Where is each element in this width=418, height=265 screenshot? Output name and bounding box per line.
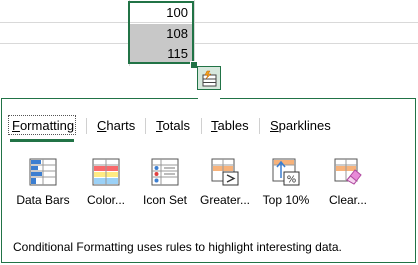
greater-than-icon [211,158,239,186]
data-bars-button[interactable]: Data Bars [13,158,73,212]
tab-tables[interactable]: Tables [211,118,249,133]
gridline [194,0,195,66]
tab-formatting[interactable]: Formatting [12,118,74,133]
tab-charts[interactable]: Charts [97,118,135,133]
svg-text:%: % [287,175,297,186]
gridline [0,43,418,44]
quick-analysis-button[interactable] [197,66,221,90]
data-bars-icon [29,158,57,186]
clear-format-button[interactable]: Clear... [318,158,378,212]
clear-format-icon [334,158,362,185]
tab-totals[interactable]: Totals [156,118,190,133]
tab-sparklines[interactable]: Sparklines [270,118,331,133]
color-scale-icon [92,158,120,186]
active-tab-indicator [10,139,74,142]
top-ten-percent-icon: % [272,158,300,186]
selection-range [128,1,194,64]
gridline [0,22,418,23]
top-ten-percent-button[interactable]: % Top 10% [256,158,316,212]
icon-set-icon [151,158,179,186]
status-description: Conditional Formatting uses rules to hig… [13,240,342,254]
quick-analysis-icon [202,70,217,87]
